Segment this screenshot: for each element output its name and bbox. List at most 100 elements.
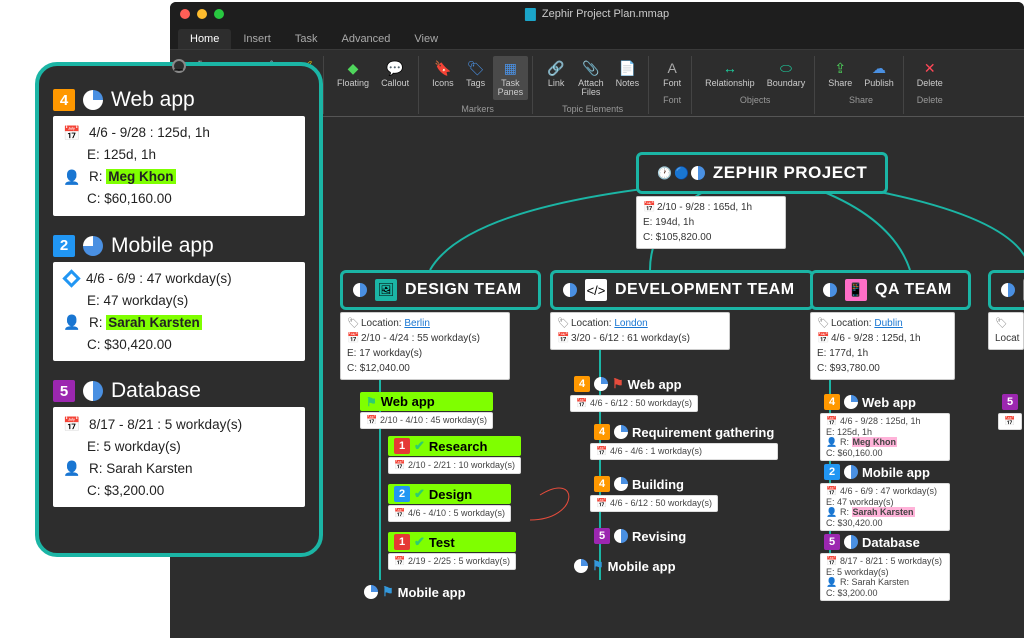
overlay-mobile-app[interactable]: 2Mobile app4/6 - 6/9 : 47 workday(s)E: 4… xyxy=(53,234,305,361)
progress-icon xyxy=(83,236,103,256)
ribbon-notes[interactable]: 📄Notes xyxy=(611,56,645,100)
overlay-resource: Sarah Karsten xyxy=(106,461,192,476)
overlay-effort: E: 47 workday(s) xyxy=(87,290,188,312)
priority-badge: 5 xyxy=(824,534,840,550)
progress-icon xyxy=(574,559,588,573)
overlay-cost: C: $60,160.00 xyxy=(87,188,172,210)
overlay-cost: C: $3,200.00 xyxy=(87,480,164,502)
ribbon-delete[interactable]: ✕Delete xyxy=(912,56,948,91)
priority-badge: 5 xyxy=(53,380,75,402)
task-effort: E: 5 workday(s) xyxy=(826,567,889,577)
task-effort: E: 125d, 1h xyxy=(826,427,872,437)
root-node[interactable]: 🕐🔵 ZEPHIR PROJECT 📅2/10 - 9/28 : 165d, 1… xyxy=(636,152,888,249)
ribbon-tabs: HomeInsertTaskAdvancedView xyxy=(170,26,1024,50)
progress-icon xyxy=(1001,283,1015,297)
overlay-resource: Meg Khon xyxy=(106,169,175,184)
ribbon-publish[interactable]: ☁Publish xyxy=(859,56,899,91)
priority-badge: 2 xyxy=(824,464,840,480)
team-title: QA TEAM xyxy=(875,281,952,299)
ribbon-group-label: Delete xyxy=(917,95,943,105)
ribbon-icon: ⇪ xyxy=(831,59,849,77)
qa-team-node[interactable]: 📱 QA TEAM 🏷Location: Dublin 📅4/6 - 9/28 … xyxy=(810,270,971,380)
design-mobile[interactable]: ⚑Mobile app xyxy=(360,582,470,602)
qa-task[interactable]: 4Web app📅4/6 - 9/28 : 125d, 1hE: 125d, 1… xyxy=(820,392,950,461)
task-resource: Meg Khon xyxy=(852,437,898,447)
task-dates: 4/6 - 6/9 : 47 workday(s) xyxy=(840,486,937,496)
title-bar: Zephir Project Plan.mmap xyxy=(170,2,1024,26)
priority-badge: 2 xyxy=(394,486,410,502)
team-node-partial[interactable]: 📢 🏷Locat xyxy=(988,270,1024,350)
ribbon-attach-files[interactable]: 📎AttachFiles xyxy=(573,56,609,100)
overlay-dates: 4/6 - 6/9 : 47 workday(s) xyxy=(86,268,232,290)
priority-badge: 1 xyxy=(394,534,410,550)
dev-team-node[interactable]: </> DEVELOPMENT TEAM 🏷Location: London 📅… xyxy=(550,270,814,350)
code-icon: </> xyxy=(585,279,607,301)
overlay-dates: 8/17 - 8/21 : 5 workday(s) xyxy=(89,414,242,436)
task-resource: Sarah Karsten xyxy=(852,507,915,517)
progress-icon xyxy=(614,529,628,543)
dev-webapp[interactable]: 4⚑Web app📅4/6 - 6/12 : 50 workday(s) xyxy=(570,374,698,412)
subtask-name: Building xyxy=(632,477,684,492)
tab-insert[interactable]: Insert xyxy=(231,29,283,49)
design-subtask[interactable]: 1✔Research📅2/10 - 2/21 : 10 workday(s) xyxy=(388,436,521,474)
tab-home[interactable]: Home xyxy=(178,29,231,49)
person-icon: 👤 xyxy=(63,457,81,479)
ribbon-relationship[interactable]: ↔Relationship xyxy=(700,56,760,91)
ribbon-icon: 📄 xyxy=(618,59,636,77)
dev-mobile[interactable]: ⚑Mobile app xyxy=(570,556,680,576)
design-subtask[interactable]: 1✔Test📅2/19 - 2/25 : 5 workday(s) xyxy=(388,532,516,570)
tab-task[interactable]: Task xyxy=(283,29,330,49)
close-icon[interactable] xyxy=(180,9,190,19)
design-subtask[interactable]: 2✔Design📅4/6 - 4/10 : 5 workday(s) xyxy=(388,484,511,522)
ribbon-link[interactable]: 🔗Link xyxy=(541,56,571,100)
design-webapp[interactable]: ⚑Web app 📅2/10 - 4/10 : 45 workday(s) xyxy=(360,392,493,429)
zoom-icon[interactable] xyxy=(214,9,224,19)
tab-advanced[interactable]: Advanced xyxy=(329,29,402,49)
overlay-cost: C: $30,420.00 xyxy=(87,334,172,356)
task-name: Web app xyxy=(381,394,435,409)
progress-icon xyxy=(364,585,378,599)
qa-task[interactable]: 5Database📅8/17 - 8/21 : 5 workday(s)E: 5… xyxy=(820,532,950,601)
progress-icon xyxy=(844,535,858,549)
team-dates: 3/20 - 6/12 : 61 workday(s) xyxy=(571,333,690,344)
document-title: Zephir Project Plan.mmap xyxy=(525,8,669,21)
root-effort: E: 194d, 1h xyxy=(643,215,779,230)
progress-icon xyxy=(614,477,628,491)
design-team-node[interactable]: 🖼 DESIGN TEAM 🏷Location: Berlin 📅2/10 - … xyxy=(340,270,541,380)
ribbon-icon: ✕ xyxy=(921,59,939,77)
progress-icon xyxy=(691,166,705,180)
collapse-handle[interactable]: – xyxy=(172,59,186,73)
ribbon-floating[interactable]: ◆Floating xyxy=(332,56,374,91)
subtask-dates: 4/6 - 4/6 : 1 workday(s) xyxy=(610,446,702,456)
ribbon-boundary[interactable]: ⬭Boundary xyxy=(762,56,811,91)
subtask-name: Research xyxy=(429,439,488,454)
zoom-overlay: – 4Web app📅4/6 - 9/28 : 125d, 1hE: 125d,… xyxy=(35,62,323,557)
ribbon-label: Icons xyxy=(432,79,454,88)
subtask-dates: 2/10 - 2/21 : 10 workday(s) xyxy=(408,460,515,470)
ribbon-tags[interactable]: 🏷Tags xyxy=(461,56,491,100)
ribbon-label: Relationship xyxy=(705,79,755,88)
ribbon-callout[interactable]: 💬Callout xyxy=(376,56,414,91)
root-title: ZEPHIR PROJECT xyxy=(713,163,867,183)
calendar-icon: 📅 xyxy=(63,413,81,435)
dev-subtask[interactable]: 4Requirement gathering📅4/6 - 4/6 : 1 wor… xyxy=(590,422,778,460)
location-link[interactable]: Berlin xyxy=(404,318,430,329)
dev-subtask[interactable]: 4Building📅4/6 - 6/12 : 50 workday(s) xyxy=(590,474,718,512)
ribbon-icons[interactable]: 🔖Icons xyxy=(427,56,459,100)
ribbon-icon: 🏷 xyxy=(467,59,485,77)
minimize-icon[interactable] xyxy=(197,9,207,19)
ribbon-font[interactable]: AFont xyxy=(657,56,687,91)
overlay-web-app[interactable]: 4Web app📅4/6 - 9/28 : 125d, 1hE: 125d, 1… xyxy=(53,88,305,216)
task-partial[interactable]: 5 📅 xyxy=(998,392,1022,430)
tab-view[interactable]: View xyxy=(402,29,450,49)
root-dates: 2/10 - 9/28 : 165d, 1h xyxy=(657,202,752,213)
location-link[interactable]: Dublin xyxy=(874,318,902,329)
dev-subtask[interactable]: 5Revising xyxy=(590,526,690,546)
ribbon-task-panes[interactable]: ▦TaskPanes xyxy=(493,56,529,100)
ribbon-label: Callout xyxy=(381,79,409,88)
overlay-database[interactable]: 5Database📅8/17 - 8/21 : 5 workday(s)E: 5… xyxy=(53,379,305,507)
location-link[interactable]: London xyxy=(614,318,647,329)
priority-badge: 1 xyxy=(394,438,410,454)
qa-task[interactable]: 2Mobile app📅4/6 - 6/9 : 47 workday(s)E: … xyxy=(820,462,950,531)
ribbon-share[interactable]: ⇪Share xyxy=(823,56,857,91)
